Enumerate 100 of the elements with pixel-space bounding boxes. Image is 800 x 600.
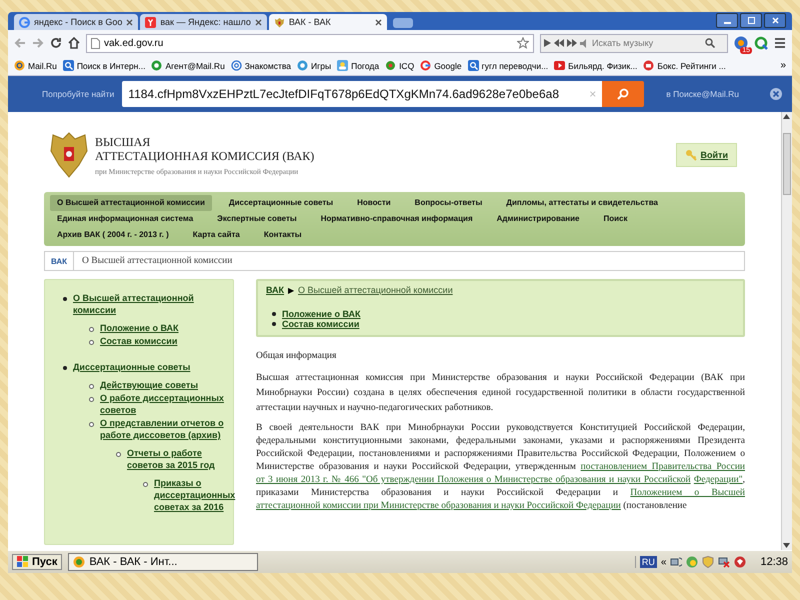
text-link[interactable]: от 3 июня 2013 г. № 466 "Об утверждении Положения о Министерстве образования и науки Российской <box>256 475 691 485</box>
text-link[interactable]: Федерации" <box>694 475 743 485</box>
shield-icon[interactable] <box>702 556 714 568</box>
search-button[interactable] <box>602 81 644 107</box>
nav-link[interactable]: Нормативно-справочная информация <box>314 211 480 227</box>
body-paragraph: Высшая аттестационная комиссия при Министерстве образования и науки Российской Федерации (ВАК при Минобрнауки России) создана в целях обеспечения единой государственной политики в области государственной аттестации научных и научно-педагогических работников. <box>256 372 745 415</box>
sidebar-link[interactable]: О работе диссертационных советов <box>100 392 236 416</box>
scrollbar-thumb[interactable] <box>783 133 791 195</box>
nav-link[interactable]: Экспертные советы <box>210 211 304 227</box>
bookmark-item[interactable]: Google <box>420 60 462 71</box>
music-search-field[interactable]: Искать музыку <box>592 38 702 48</box>
play-icon <box>554 60 566 71</box>
star-icon[interactable] <box>517 37 529 49</box>
sidebar-link[interactable]: Состав комиссии <box>100 335 178 347</box>
bookmark-item[interactable]: Бильярд. Физик... <box>554 60 638 71</box>
new-tab-button[interactable] <box>392 18 413 28</box>
restore-button[interactable] <box>740 13 762 28</box>
browser-tab[interactable]: вак — Яндекс: нашло <box>140 14 267 30</box>
bookmark-item[interactable]: Mail.Ru <box>14 60 57 71</box>
sidebar-link[interactable]: Действующие советы <box>100 379 198 391</box>
q-logo-icon[interactable] <box>754 36 768 50</box>
close-icon[interactable] <box>374 18 382 26</box>
minimize-button[interactable] <box>716 13 738 28</box>
fast-forward-icon[interactable] <box>567 39 577 47</box>
rewind-icon[interactable] <box>554 39 564 47</box>
bullet-icon <box>63 366 67 370</box>
nav-link[interactable]: Архив ВАК ( 2004 г. - 2013 г. ) <box>50 227 176 243</box>
bullet-icon <box>89 397 94 402</box>
search-provider-label: в Поиске@Mail.Ru <box>666 89 739 99</box>
address-bar[interactable]: vak.ed.gov.ru <box>86 34 534 52</box>
section-link[interactable]: Положение о ВАК <box>282 309 361 319</box>
start-button[interactable]: Пуск <box>12 554 62 570</box>
breadcrumb-current: О Высшей аттестационной комиссии <box>81 256 232 266</box>
speaker-icon <box>580 38 589 48</box>
text-link[interactable]: Положением о Высшей <box>630 488 745 498</box>
g-letter-icon <box>420 60 432 71</box>
site-title: АТТЕСТАЦИОННАЯ КОМИССИЯ (ВАК) <box>95 148 314 162</box>
language-indicator[interactable]: RU <box>640 556 657 568</box>
round-logo-icon <box>643 60 654 71</box>
nav-link[interactable]: О Высшей аттестационной комиссии <box>50 195 212 211</box>
close-button[interactable] <box>764 13 786 28</box>
shield-alert-icon[interactable] <box>734 556 746 568</box>
menu-icon[interactable] <box>774 37 786 49</box>
sidebar-link[interactable]: Диссертационные советы <box>73 361 236 373</box>
section-link[interactable]: Состав комиссии <box>282 319 360 329</box>
home-icon[interactable] <box>68 37 80 49</box>
text-link[interactable]: постановлением Правительства России <box>580 462 745 472</box>
y-letter-icon <box>145 16 156 28</box>
breadcrumb-link[interactable]: ВАК <box>45 252 74 270</box>
more-bookmarks-button[interactable]: » <box>780 60 786 71</box>
magnifier-icon <box>62 60 74 71</box>
search-field[interactable]: 1184.cfHpm8VxzEHPztL7ecJtefDIFqT678p6EdQTXgKMn74.6ad9628e7e0be6a8 × <box>122 81 602 107</box>
sidebar-link[interactable]: Отчеты о работе советов за 2015 год <box>127 447 236 471</box>
nav-link[interactable]: Контакты <box>256 227 309 243</box>
weather-icon <box>337 60 348 71</box>
bookmark-item[interactable]: Бокс. Рейтинги ... <box>643 60 726 71</box>
text-link[interactable]: аттестационной комиссии при Министерстве образования и науки Российской Федерации <box>256 501 621 511</box>
network-icon[interactable] <box>670 556 682 568</box>
play-icon[interactable] <box>544 39 551 47</box>
nav-link[interactable]: Единая информационная система <box>50 211 200 227</box>
sidebar-link[interactable]: Положение о ВАК <box>100 322 179 334</box>
nav-link[interactable]: Вопросы-ответы <box>408 195 490 211</box>
close-icon[interactable] <box>126 18 134 26</box>
nav-link[interactable]: Дипломы, аттестаты и свидетельства <box>499 195 665 211</box>
browser-tab[interactable]: яндекс - Поиск в Goo <box>14 14 138 30</box>
nav-link[interactable]: Новости <box>350 195 398 211</box>
site-title: ВЫСШАЯ <box>95 134 152 148</box>
bookmark-item[interactable]: Знакомства <box>230 60 292 71</box>
nav-link[interactable]: Администрирование <box>490 211 586 227</box>
sidebar-link[interactable]: Приказы о диссертационных советах за 2016 <box>154 477 236 513</box>
bookmark-item[interactable]: ICQ <box>385 60 414 71</box>
bookmark-item[interactable]: Агент@Mail.Ru <box>151 60 225 71</box>
path-link[interactable]: ВАК <box>266 285 284 295</box>
bullet-icon <box>272 312 276 316</box>
reload-icon[interactable] <box>50 37 62 49</box>
path-link[interactable]: О Высшей аттестационной комиссии <box>298 285 453 295</box>
bullet-icon <box>89 422 94 427</box>
magnifier-icon <box>468 60 479 71</box>
bookmark-item[interactable]: Игры <box>297 60 332 71</box>
bookmark-item[interactable]: Погода <box>337 60 380 71</box>
close-icon[interactable] <box>254 18 262 26</box>
search-icon[interactable] <box>705 38 715 48</box>
sidebar-link[interactable]: О Высшей аттестационной комиссии <box>73 292 227 316</box>
bullet-icon <box>272 322 276 326</box>
close-icon[interactable] <box>770 88 782 100</box>
music-player-bar[interactable]: Искать музыку <box>540 34 728 52</box>
taskbar-window-button[interactable]: ВАК - ВАК - Инт... <box>68 553 258 571</box>
network-error-icon[interactable] <box>718 556 730 568</box>
nav-link[interactable]: Карта сайта <box>186 227 247 243</box>
sidebar-link[interactable]: О представлении отчетов о работе диссоветов (архив) <box>100 417 236 441</box>
path-arrow: ▶ <box>288 286 294 294</box>
browser-tab[interactable]: ВАК - ВАК <box>268 14 387 30</box>
bookmark-item[interactable]: гугл переводчи... <box>468 60 548 71</box>
page-icon <box>91 38 100 48</box>
tray-expand-button[interactable]: « <box>660 556 666 568</box>
login-button[interactable]: Войти <box>676 143 737 167</box>
nav-link[interactable]: Диссертационные советы <box>222 195 340 211</box>
nav-link[interactable]: Поиск <box>596 211 634 227</box>
bookmark-item[interactable]: Поиск в Интерн... <box>62 60 146 71</box>
bullet-icon <box>89 340 94 345</box>
